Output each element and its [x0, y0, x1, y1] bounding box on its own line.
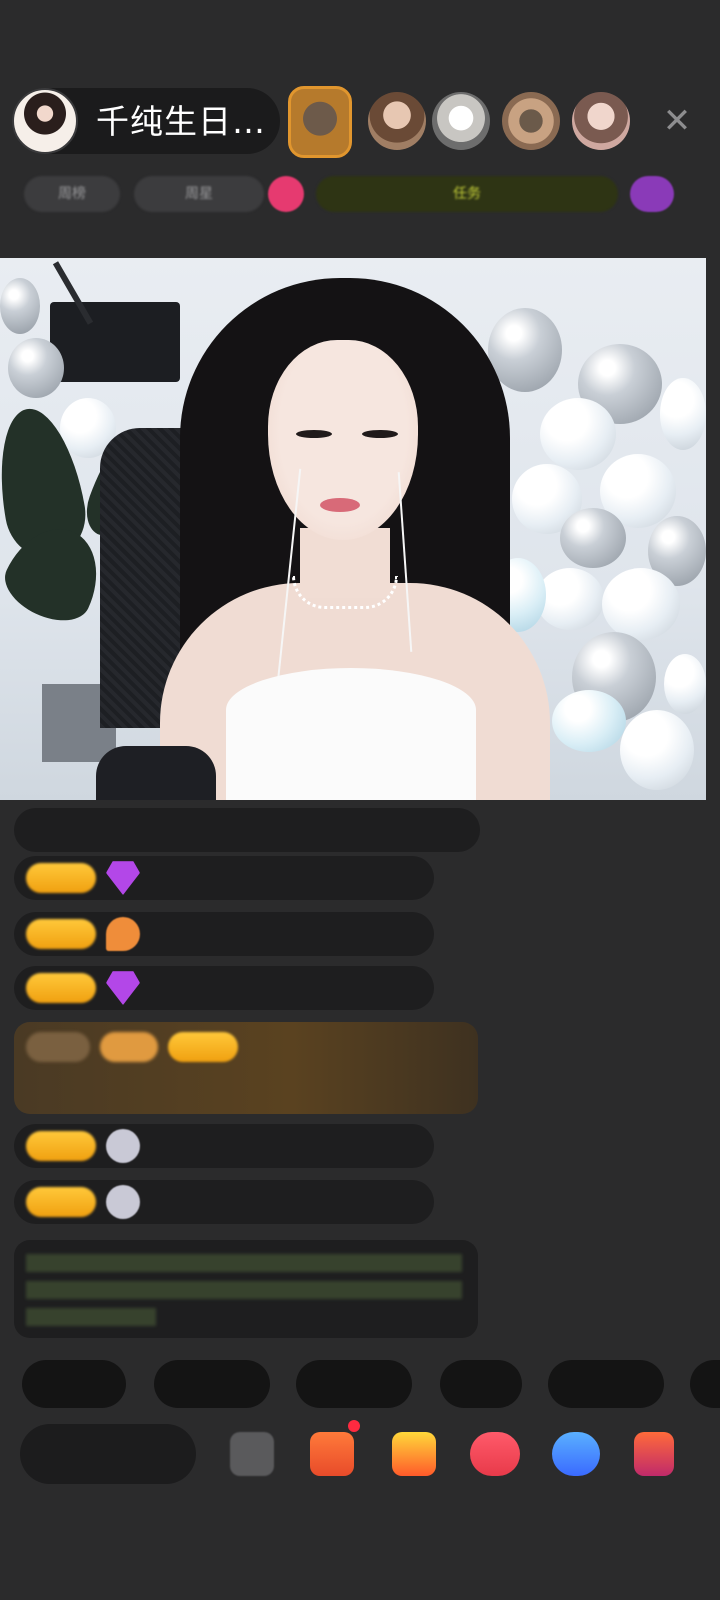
streamer-lips	[320, 498, 360, 512]
level-badge	[26, 1187, 96, 1217]
gift-icon[interactable]	[392, 1432, 436, 1476]
balloon	[660, 378, 706, 450]
chat-username[interactable]	[248, 1037, 314, 1057]
gem-icon	[106, 971, 140, 1005]
gem-icon	[106, 861, 140, 895]
chat-message-system[interactable]	[14, 808, 480, 852]
balloon	[0, 278, 40, 334]
hot-rank-icon[interactable]	[268, 176, 304, 212]
balloon	[540, 398, 616, 470]
quick-chip-5[interactable]	[548, 1360, 664, 1408]
user-tag	[26, 1032, 90, 1062]
quick-chip-3[interactable]	[296, 1360, 412, 1408]
balloon	[664, 654, 706, 714]
top-viewer-avatar-2[interactable]	[368, 92, 426, 150]
chat-message[interactable]	[14, 966, 434, 1010]
host-name[interactable]: 千纯生日…	[96, 102, 266, 142]
top-viewer-avatar-4[interactable]	[502, 92, 560, 150]
chat-message[interactable]	[14, 856, 434, 900]
system-notice-line	[26, 1254, 462, 1272]
system-notice-line	[26, 1281, 462, 1299]
star-badge[interactable]: 周星	[134, 176, 264, 212]
wish-icon[interactable]	[630, 176, 674, 212]
balloon	[620, 710, 694, 790]
balloon	[552, 690, 626, 752]
white-dress	[226, 668, 476, 800]
chat-input[interactable]	[20, 1424, 196, 1484]
lamp	[50, 302, 180, 382]
gift-banner-message[interactable]	[14, 1022, 478, 1114]
close-icon[interactable]: ✕	[660, 104, 694, 138]
dark-sleeve	[96, 746, 216, 800]
level-badge	[26, 919, 96, 949]
level-badge	[168, 1032, 238, 1062]
vip-badge	[100, 1032, 158, 1062]
quick-chip-1[interactable]	[22, 1360, 126, 1408]
quick-chip-4[interactable]	[440, 1360, 522, 1408]
balloon	[8, 338, 64, 398]
more-gift-icon[interactable]	[634, 1432, 674, 1476]
pearl-necklace	[292, 576, 398, 609]
live-video[interactable]	[0, 258, 706, 800]
balloon	[536, 568, 604, 630]
chat-text	[324, 1037, 444, 1057]
chat-username[interactable]	[150, 1136, 246, 1156]
top-viewer-avatar-5[interactable]	[572, 92, 630, 150]
balloon	[560, 508, 626, 568]
top-viewer-avatar-1[interactable]	[288, 86, 352, 158]
fan-badge-icon	[106, 917, 140, 951]
level-badge	[26, 1131, 96, 1161]
chat-message[interactable]	[14, 1124, 434, 1168]
heart-box-icon[interactable]	[470, 1432, 520, 1476]
top-viewer-avatar-3[interactable]	[432, 92, 490, 150]
quick-chip-more[interactable]	[690, 1360, 720, 1408]
rank-badge[interactable]: 周榜	[24, 176, 120, 212]
level-badge	[26, 863, 96, 893]
fan-badge-icon	[106, 1185, 140, 1219]
chat-username[interactable]	[150, 1192, 246, 1212]
notification-dot	[348, 1420, 360, 1432]
balloon	[602, 568, 680, 640]
fan-badge-icon	[106, 1129, 140, 1163]
streamer-eye	[362, 430, 398, 438]
chat-text	[256, 1192, 406, 1212]
chat-text	[256, 1136, 404, 1156]
task-banner[interactable]: 任务	[316, 176, 618, 212]
streamer-eye	[296, 430, 332, 438]
emoji-icon[interactable]	[230, 1432, 274, 1476]
host-avatar[interactable]	[12, 88, 78, 154]
system-notice-message	[14, 1240, 478, 1338]
quick-chip-2[interactable]	[154, 1360, 270, 1408]
chat-text-line2	[26, 1070, 186, 1090]
system-notice-line	[26, 1308, 156, 1326]
chat-message[interactable]	[14, 912, 434, 956]
chat-bubble-icon[interactable]	[552, 1432, 600, 1476]
level-badge	[26, 973, 96, 1003]
gift-box-icon[interactable]	[310, 1432, 354, 1476]
chat-message[interactable]	[14, 1180, 434, 1224]
